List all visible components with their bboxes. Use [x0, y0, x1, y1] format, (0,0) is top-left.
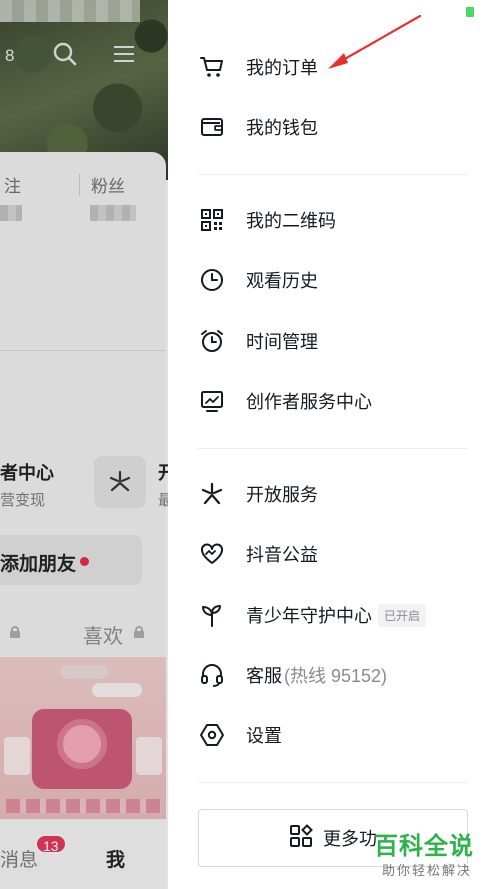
grid-icon: [289, 823, 313, 853]
menu-item-label: 青少年守护中心: [246, 606, 372, 626]
asterisk-icon: [198, 480, 226, 508]
section-divider: [198, 448, 468, 449]
watermark: 百科全说 助你轻松解决: [372, 826, 498, 886]
menu-item-label: 开放服务: [246, 485, 318, 505]
profile-background: 8 注 粉丝 者中心 营变现 开 最 添加朋友 喜欢 消息 13 我: [0, 0, 168, 889]
cart-icon: [198, 53, 226, 81]
menu-item-my-qr-code[interactable]: 我的二维码: [198, 200, 468, 240]
menu-item-label: 设置: [246, 726, 282, 746]
menu-item-open-services[interactable]: 开放服务: [198, 474, 468, 514]
headset-icon: [198, 661, 226, 689]
alarm-clock-icon: [198, 327, 226, 355]
more-features-label: 更多功: [323, 829, 377, 849]
menu-item-creator-service-center[interactable]: 创作者服务中心: [198, 381, 468, 421]
menu-item-watch-history[interactable]: 观看历史: [198, 260, 468, 300]
menu-item-public-welfare[interactable]: 抖音公益: [198, 534, 468, 574]
monitor-chart-icon: [198, 387, 226, 415]
menu-item-customer-service[interactable]: 客服 (热线 95152): [198, 655, 468, 695]
sprout-icon: [198, 601, 226, 629]
menu-item-label: 抖音公益: [246, 545, 318, 565]
heart-icon: [198, 540, 226, 568]
wallet-icon: [198, 113, 226, 141]
menu-item-label: 客服: [246, 666, 282, 686]
section-divider: [198, 174, 468, 175]
menu-item-label: 我的二维码: [246, 211, 336, 231]
clock-icon: [198, 266, 226, 294]
watermark-subtitle: 助你轻松解决: [382, 863, 473, 878]
qr-code-icon: [198, 206, 226, 234]
menu-item-my-wallet[interactable]: 我的钱包: [198, 107, 468, 147]
menu-item-label: 时间管理: [246, 332, 318, 352]
annotation-arrow-icon: [328, 14, 422, 69]
watermark-title: 百科全说: [374, 833, 474, 860]
section-divider: [198, 782, 468, 783]
menu-item-label: 创作者服务中心: [246, 392, 372, 412]
battery-icon: [466, 7, 474, 17]
menu-item-label: 观看历史: [246, 271, 318, 291]
menu-item-time-management[interactable]: 时间管理: [198, 321, 468, 361]
side-drawer: 我的订单 我的钱包 我的二维码 观看历史 时间管理 创作者服务中心 开放服务 抖…: [168, 0, 500, 889]
hotline-text: (热线 95152): [284, 666, 388, 686]
menu-item-settings[interactable]: 设置: [198, 715, 468, 755]
menu-item-label: 我的钱包: [246, 118, 318, 138]
menu-item-youth-protection[interactable]: 青少年守护中心 已开启: [198, 595, 468, 635]
dim-overlay[interactable]: [0, 0, 168, 889]
hexagon-settings-icon: [198, 721, 226, 749]
menu-item-label: 我的订单: [246, 58, 318, 78]
status-badge: 已开启: [378, 603, 427, 627]
